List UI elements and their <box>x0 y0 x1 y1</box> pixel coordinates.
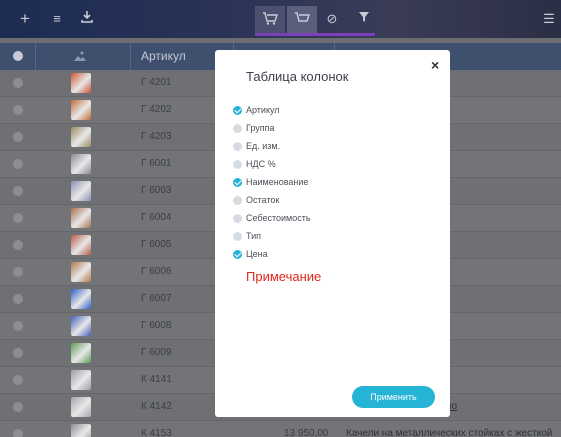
column-option-label: Тип <box>246 231 262 241</box>
row-article: Г 6004 <box>141 212 172 223</box>
row-article: К 4153 <box>141 428 172 437</box>
column-option-label: Остаток <box>246 195 280 205</box>
unchecked-checkbox[interactable] <box>233 232 242 241</box>
product-thumbnail <box>71 73 91 93</box>
row-article: Г 6009 <box>141 347 172 358</box>
row-checkbox[interactable] <box>13 348 23 358</box>
row-article: Г 4202 <box>141 104 172 115</box>
product-thumbnail <box>71 289 91 309</box>
row-article: Г 4201 <box>141 77 172 88</box>
filter-icon[interactable] <box>355 10 373 28</box>
row-article: Г 6006 <box>141 266 172 277</box>
unchecked-checkbox[interactable] <box>233 214 242 223</box>
row-article: Г 6008 <box>141 320 172 331</box>
product-thumbnail <box>71 208 91 228</box>
row-article: К 4141 <box>141 374 172 385</box>
column-divider <box>35 43 36 70</box>
checked-checkbox[interactable] <box>233 178 242 187</box>
row-checkbox[interactable] <box>13 240 23 250</box>
apply-button[interactable]: Применить <box>352 386 435 408</box>
download-icon[interactable] <box>78 10 96 28</box>
row-article: Г 6007 <box>141 293 172 304</box>
cart-tab-1[interactable] <box>255 6 285 33</box>
row-checkbox[interactable] <box>13 78 23 88</box>
row-checkbox[interactable] <box>13 186 23 196</box>
row-checkbox[interactable] <box>13 321 23 331</box>
row-article: Г 6003 <box>141 185 172 196</box>
active-tab-indicator <box>255 33 375 36</box>
cart-tab-2[interactable] <box>287 6 317 33</box>
close-icon[interactable]: × <box>431 57 439 73</box>
product-thumbnail <box>71 343 91 363</box>
row-article: Г 4203 <box>141 131 172 142</box>
product-thumbnail <box>71 127 91 147</box>
column-option-label: Наименование <box>246 177 309 187</box>
row-article: Г 6001 <box>141 158 172 169</box>
product-thumbnail <box>71 424 91 437</box>
unchecked-checkbox[interactable] <box>233 160 242 169</box>
block-icon[interactable]: ⊘ <box>323 10 341 28</box>
row-checkbox[interactable] <box>13 132 23 142</box>
checked-checkbox[interactable] <box>233 106 242 115</box>
row-checkbox[interactable] <box>13 402 23 412</box>
image-column-icon <box>73 43 87 70</box>
product-thumbnail <box>71 397 91 417</box>
row-article: Г 6005 <box>141 239 172 250</box>
product-thumbnail <box>71 370 91 390</box>
row-checkbox[interactable] <box>13 294 23 304</box>
row-checkbox[interactable] <box>13 267 23 277</box>
product-thumbnail <box>71 181 91 201</box>
column-option-label: Артикул <box>246 105 280 115</box>
unchecked-checkbox[interactable] <box>233 142 242 151</box>
dialog-title: Таблица колонок <box>246 69 349 84</box>
product-thumbnail <box>71 316 91 336</box>
select-all-checkbox[interactable] <box>13 51 23 61</box>
row-checkbox[interactable] <box>13 105 23 115</box>
product-thumbnail <box>71 262 91 282</box>
menu-icon[interactable]: ≡ <box>48 10 66 28</box>
checked-checkbox[interactable] <box>233 250 242 259</box>
top-toolbar: + ≡ ⊘ ☰ <box>0 0 561 38</box>
column-option-label: Цена <box>246 249 268 259</box>
unchecked-checkbox[interactable] <box>233 124 242 133</box>
cart-icon <box>261 10 279 28</box>
row-article: К 4142 <box>141 401 172 412</box>
column-option-label: Группа <box>246 123 275 133</box>
columns-dialog: Таблица колонок × Артикул Группа Ед. изм. Н… <box>215 50 450 417</box>
product-thumbnail <box>71 154 91 174</box>
plus-icon[interactable]: + <box>16 10 34 28</box>
column-divider <box>130 43 131 70</box>
row-checkbox[interactable] <box>13 159 23 169</box>
row-price: 13 950,00 <box>284 428 329 437</box>
column-option-label: Себестоимость <box>246 213 311 223</box>
unchecked-checkbox[interactable] <box>233 196 242 205</box>
product-thumbnail <box>71 235 91 255</box>
row-checkbox[interactable] <box>13 375 23 385</box>
product-thumbnail <box>71 100 91 120</box>
row-checkbox[interactable] <box>13 213 23 223</box>
column-option-label: НДС % <box>246 159 276 169</box>
column-header-article[interactable]: Артикул <box>141 43 186 70</box>
list-icon[interactable]: ☰ <box>540 10 558 28</box>
row-name[interactable]: Качели на металлических стойках с жестко… <box>346 428 552 437</box>
row-checkbox[interactable] <box>13 429 23 437</box>
note-label: Примечание <box>246 269 322 284</box>
table-row[interactable]: К 4153 13 950,00 Качели на металлических с… <box>0 421 561 437</box>
column-option-label: Ед. изм. <box>246 141 281 151</box>
cart-icon <box>293 10 311 28</box>
